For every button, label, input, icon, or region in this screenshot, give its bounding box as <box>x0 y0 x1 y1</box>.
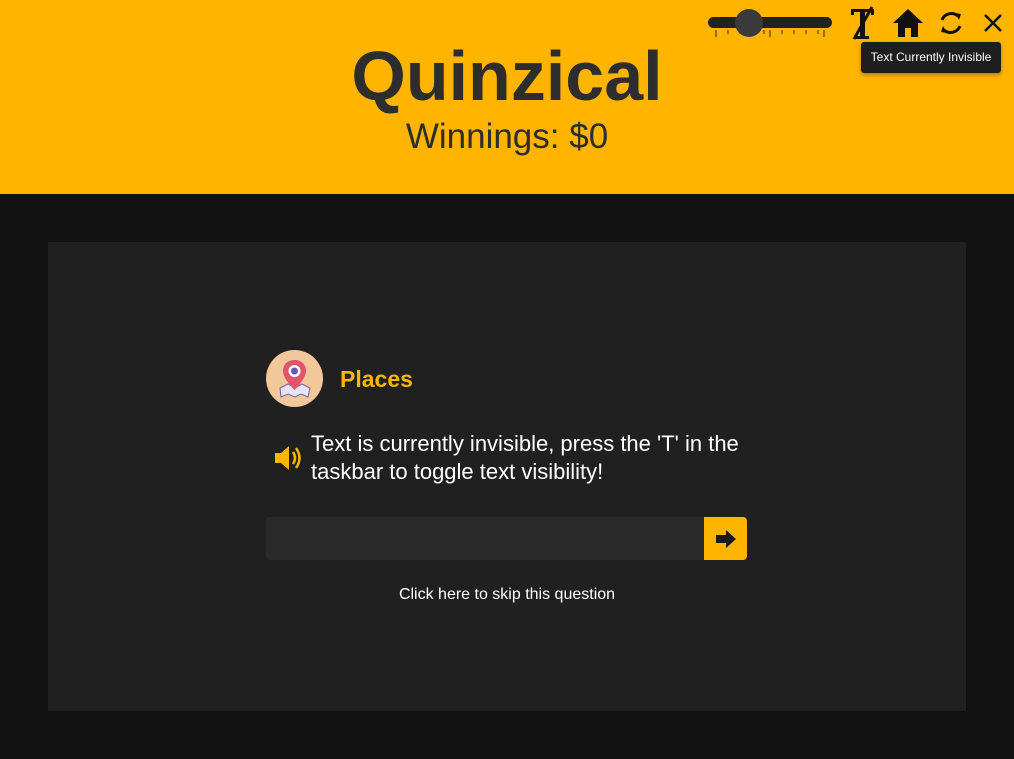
slider-thumb[interactable] <box>735 9 763 37</box>
answer-input[interactable] <box>266 517 704 560</box>
refresh-icon <box>940 11 962 35</box>
tooltip: Text Currently Invisible <box>861 42 1001 73</box>
close-button[interactable] <box>974 4 1012 42</box>
speech-speed-slider[interactable] <box>708 6 832 40</box>
text-strikethrough-icon <box>851 6 874 40</box>
skip-question-link[interactable]: Click here to skip this question <box>0 585 1014 605</box>
text-toggle-button[interactable] <box>844 4 882 42</box>
speaker-button[interactable] <box>272 441 306 475</box>
header-bar: Quinzical Winnings: $0 Text Currently In… <box>0 0 1014 194</box>
close-icon <box>984 14 1002 32</box>
submit-button[interactable] <box>704 517 747 560</box>
arrow-right-icon <box>715 529 736 548</box>
speaker-icon <box>275 446 301 470</box>
home-button[interactable] <box>889 4 927 42</box>
question-text: Text is currently invisible, press the '… <box>311 431 739 484</box>
home-icon <box>893 9 923 37</box>
category-label: Places <box>340 366 413 392</box>
map-pin-icon <box>279 360 311 398</box>
category-avatar <box>266 350 323 407</box>
refresh-button[interactable] <box>932 4 970 42</box>
winnings-label: Winnings: $0 <box>405 117 609 156</box>
slider-ticks <box>715 30 825 37</box>
